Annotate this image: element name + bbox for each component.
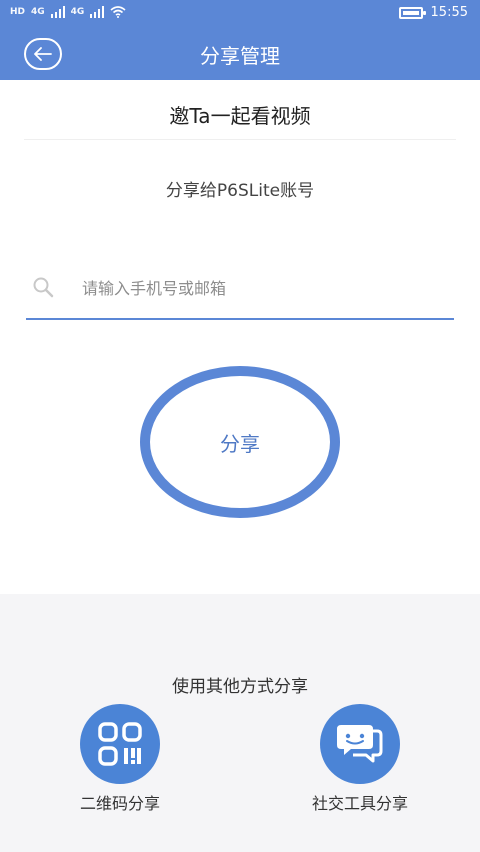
signal-icon [50, 6, 65, 18]
qr-code-share-option[interactable]: 二维码分享 [40, 704, 200, 814]
status-left: HD 4G 4G [10, 6, 126, 18]
share-button-label: 分享 [220, 431, 260, 456]
social-share-option[interactable]: 社交工具分享 [280, 704, 440, 814]
search-input[interactable] [80, 274, 454, 302]
other-methods-title: 使用其他方式分享 [172, 677, 308, 697]
qr-code-icon [80, 704, 160, 784]
hd-indicator: HD [10, 7, 26, 17]
chat-bubbles-icon [320, 704, 400, 784]
page-title: 分享管理 [200, 44, 280, 68]
search-icon [33, 277, 54, 298]
divider [24, 139, 456, 140]
app-bar: 分享管理 [0, 28, 480, 80]
signal-icon [90, 6, 105, 18]
invite-title: 邀Ta一起看视频 [169, 104, 311, 128]
network-indicator-2: 4G [70, 7, 85, 17]
wifi-icon [110, 6, 126, 18]
network-indicator-1: 4G [31, 7, 45, 17]
share-target-label: 分享给P6SLite账号 [165, 181, 315, 201]
share-button[interactable]: 分享 [140, 366, 340, 518]
status-right: 15:55 [398, 5, 468, 20]
search-field [26, 268, 454, 320]
qr-code-share-label: 二维码分享 [79, 794, 160, 813]
battery-icon [398, 6, 426, 19]
status-bar: HD 4G 4G 15:55 [0, 0, 480, 28]
clock: 15:55 [430, 5, 468, 20]
social-share-label: 社交工具分享 [311, 794, 408, 813]
other-share-panel: 使用其他方式分享 二维码分享 社交工具分享 [0, 594, 480, 852]
